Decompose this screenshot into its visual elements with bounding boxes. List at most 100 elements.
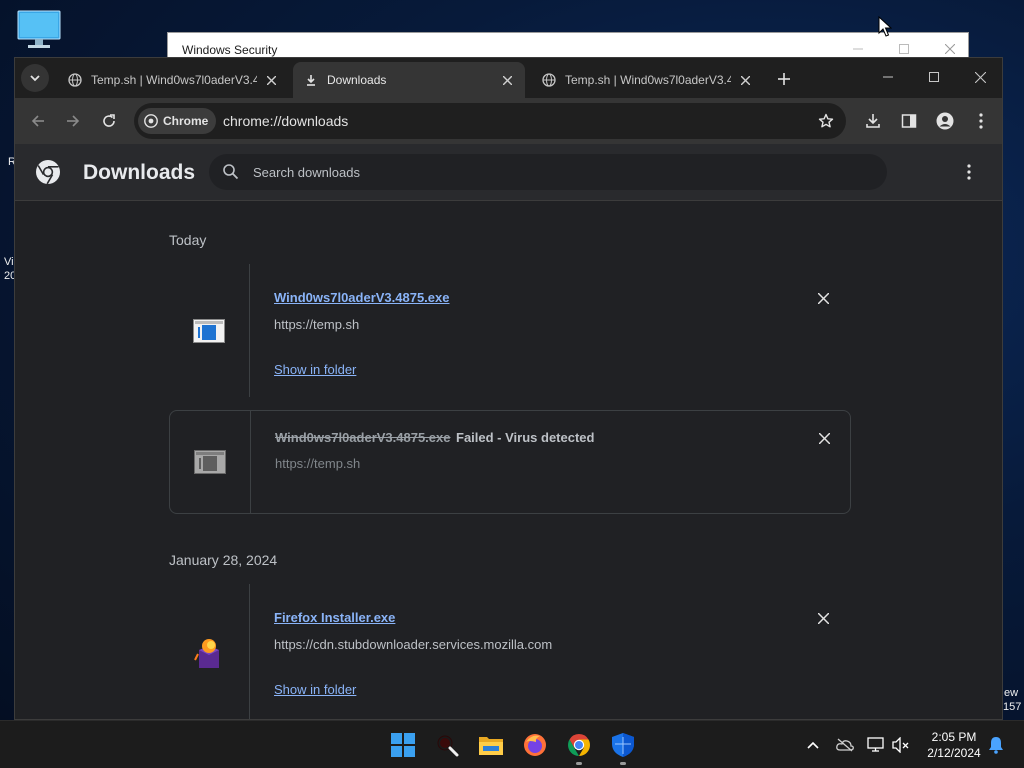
side-panel-icon: [901, 114, 917, 128]
close-icon[interactable]: [737, 72, 753, 88]
tab-label: Temp.sh | Wind0ws7l0aderV3.4875.exe: [565, 73, 731, 87]
notification-bell-icon[interactable]: [987, 736, 1005, 754]
tab-label: Temp.sh | Wind0ws7l0aderV3.4875.exe: [91, 73, 257, 87]
close-icon[interactable]: [940, 41, 960, 57]
download-icon: [866, 114, 880, 128]
address-bar[interactable]: Chrome chrome://downloads: [134, 103, 846, 139]
source-url[interactable]: https://cdn.stubdownloader.services.mozi…: [274, 637, 552, 652]
tab-downloads[interactable]: Downloads: [293, 62, 525, 98]
clock-time: 2:05 PM: [931, 730, 977, 744]
desktop-edge-text: Vi: [4, 256, 14, 268]
windows-security-icon[interactable]: [609, 731, 637, 759]
close-icon[interactable]: [263, 72, 279, 88]
page-title: Downloads: [83, 161, 196, 184]
close-icon[interactable]: [499, 72, 515, 88]
firefox-icon[interactable]: [521, 731, 549, 759]
downloads-menu-button[interactable]: [959, 162, 979, 182]
tab-temp-sh-1[interactable]: Temp.sh | Wind0ws7l0aderV3.4875.exe: [57, 62, 289, 98]
reload-icon: [103, 114, 115, 127]
page-header: Downloads: [15, 144, 1002, 201]
item-divider: [250, 411, 251, 513]
firefox-installer-icon: [169, 584, 249, 719]
download-icon: [303, 72, 319, 88]
maximize-icon[interactable]: [894, 41, 914, 57]
search-icon: [222, 163, 240, 186]
minimize-button[interactable]: [877, 66, 899, 88]
close-icon: [818, 432, 830, 444]
chrome-icon: [144, 114, 158, 128]
reload-button[interactable]: [97, 109, 121, 133]
more-vert-icon: [967, 164, 971, 180]
url-text[interactable]: chrome://downloads: [223, 113, 348, 129]
chevron-up-icon[interactable]: [804, 736, 822, 754]
clock-date: 2/12/2024: [927, 746, 981, 760]
search-downloads[interactable]: [209, 154, 887, 190]
tab-search-button[interactable]: [21, 64, 49, 92]
network-icon[interactable]: [867, 736, 885, 754]
show-in-folder-link[interactable]: Show in folder: [274, 682, 356, 697]
volume-muted-icon[interactable]: [892, 736, 910, 754]
chrome-icon[interactable]: [565, 731, 593, 759]
new-tab-button[interactable]: [773, 68, 795, 90]
search-icon[interactable]: [433, 731, 461, 759]
minimize-icon[interactable]: [848, 41, 868, 57]
chevron-down-icon: [30, 75, 40, 82]
source-url[interactable]: https://temp.sh: [274, 317, 359, 332]
tab-temp-sh-2[interactable]: Temp.sh | Wind0ws7l0aderV3.4875.exe: [531, 62, 763, 98]
chrome-menu-button[interactable]: [969, 109, 993, 133]
system-clock[interactable]: 2:05 PM 2/12/2024: [918, 729, 990, 761]
download-item: Wind0ws7l0aderV3.4875.exe https://temp.s…: [169, 264, 851, 397]
bookmark-button[interactable]: [816, 111, 836, 131]
profile-icon: [936, 112, 954, 130]
downloads-page: Downloads Today: [15, 144, 1002, 719]
exe-file-icon: [170, 411, 250, 513]
download-status: Failed - Virus detected: [456, 430, 595, 445]
desktop-edge-text: ew: [1004, 687, 1019, 699]
file-explorer-icon[interactable]: [477, 731, 505, 759]
show-in-folder-link[interactable]: Show in folder: [274, 362, 356, 377]
remove-item-button[interactable]: [816, 430, 832, 446]
file-name-link[interactable]: Wind0ws7l0aderV3.4875.exe: [274, 290, 450, 305]
running-indicator: [620, 762, 626, 765]
taskbar: 2:05 PM 2/12/2024: [0, 720, 1024, 768]
globe-icon: [67, 72, 83, 88]
search-input[interactable]: [253, 162, 853, 182]
remove-item-button[interactable]: [815, 290, 831, 306]
exe-file-icon: [169, 264, 249, 397]
downloads-button[interactable]: [861, 109, 885, 133]
item-divider: [249, 264, 250, 397]
desktop-edge-text: 157: [1003, 701, 1022, 713]
windows-start-icon[interactable]: [389, 731, 417, 759]
star-icon: [818, 113, 834, 128]
item-divider: [249, 584, 250, 719]
date-heading: Today: [169, 232, 207, 248]
minimize-icon: [883, 76, 893, 78]
chrome-window[interactable]: Temp.sh | Wind0ws7l0aderV3.4875.exe Down…: [14, 57, 1003, 720]
download-item-failed: Wind0ws7l0aderV3.4875.exe Failed - Virus…: [169, 410, 851, 514]
close-icon: [817, 292, 829, 304]
mouse-cursor-icon: [878, 15, 893, 38]
site-info-chip[interactable]: Chrome: [138, 108, 217, 134]
side-panel-button[interactable]: [897, 109, 921, 133]
close-icon: [817, 612, 829, 624]
profile-button[interactable]: [933, 109, 957, 133]
forward-button[interactable]: [61, 109, 85, 133]
file-name-link[interactable]: Firefox Installer.exe: [274, 610, 395, 625]
maximize-icon: [929, 72, 939, 82]
back-button[interactable]: [26, 109, 50, 133]
chip-label: Chrome: [163, 114, 209, 128]
file-name: Wind0ws7l0aderV3.4875.exe: [275, 430, 451, 445]
close-window-button[interactable]: [969, 66, 991, 88]
browser-toolbar: Chrome chrome://downloads: [15, 98, 1002, 144]
download-item: Firefox Installer.exe https://cdn.stubdo…: [169, 584, 851, 719]
running-indicator: [576, 762, 582, 765]
maximize-button[interactable]: [923, 66, 945, 88]
this-pc-desktop-icon[interactable]: [16, 10, 62, 50]
globe-icon: [541, 72, 557, 88]
remove-item-button[interactable]: [815, 610, 831, 626]
source-url[interactable]: https://temp.sh: [275, 456, 360, 471]
close-icon: [974, 71, 986, 83]
onedrive-offline-icon[interactable]: [836, 736, 854, 754]
arrow-right-icon: [67, 115, 80, 127]
more-vert-icon: [979, 113, 983, 129]
